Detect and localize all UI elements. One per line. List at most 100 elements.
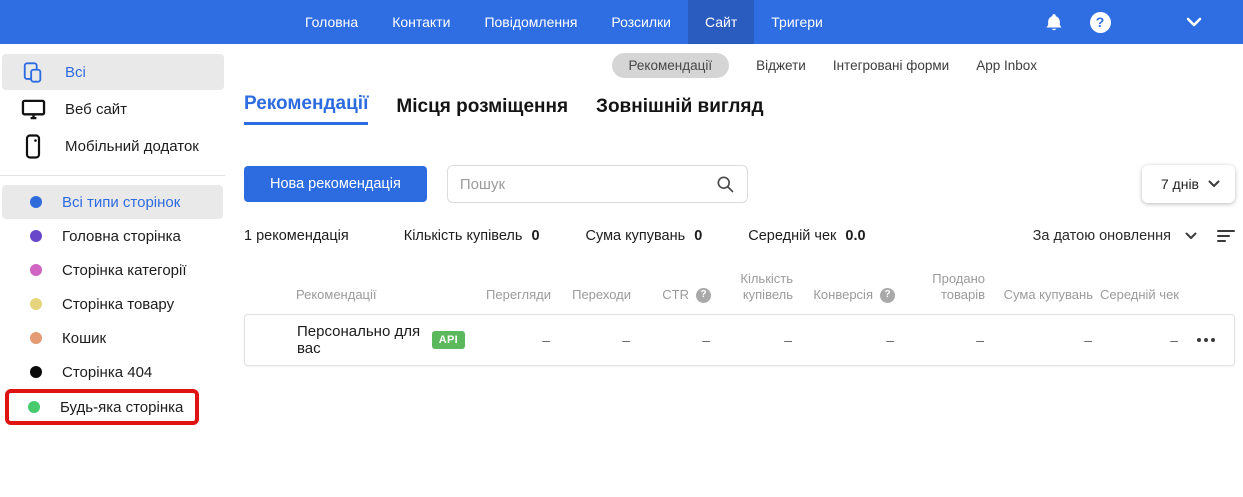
tab-placements[interactable]: Місця розміщення	[396, 96, 568, 125]
page-type-dot	[30, 332, 42, 344]
sidebar-item-any-page[interactable]: Будь-яка сторінка	[5, 389, 199, 425]
nav-item-rozsylky[interactable]: Розсилки	[594, 0, 688, 44]
column-header-purchases: Кількість купівель	[740, 271, 793, 303]
sidebar-item-label: Головна сторінка	[62, 227, 181, 245]
column-header-clicks: Переходи	[572, 287, 631, 303]
row-more-menu-icon[interactable]	[1178, 337, 1234, 342]
stat-value: 0	[531, 228, 540, 244]
subnav-item-embedded-forms[interactable]: Інтегровані форми	[833, 58, 949, 73]
sidebar-item-product-page[interactable]: Сторінка товару	[2, 287, 223, 321]
sidebar-item-label: Сторінка товару	[62, 295, 175, 313]
period-dropdown[interactable]: 7 днів	[1141, 165, 1235, 203]
devices-icon	[20, 61, 46, 84]
page-type-dot	[30, 298, 42, 310]
help-tooltip-icon[interactable]: ?	[880, 287, 895, 303]
page-type-dot	[30, 264, 42, 276]
app-window: Головна Контакти Повідомлення Розсилки С…	[0, 0, 1243, 497]
table-header: Рекомендації Перегляди Переходи CTR ? Кі…	[244, 244, 1235, 314]
sidebar-item-label: Веб сайт	[65, 100, 128, 118]
page-type-dot	[30, 196, 42, 208]
topbar-right-icons: ?	[1039, 0, 1243, 44]
stats-row: 1 рекомендація Кількість купівель 0 Сума …	[244, 228, 1235, 244]
cell-views: –	[542, 331, 550, 348]
new-recommendation-button[interactable]: Нова рекомендація	[244, 166, 427, 202]
nav-item-golovna[interactable]: Головна	[288, 0, 375, 44]
stat-count: 1 рекомендація	[244, 228, 358, 244]
subnav-item-recommendations[interactable]: Рекомендації	[611, 52, 730, 78]
tab-recommendations[interactable]: Рекомендації	[244, 93, 369, 125]
sidebar-item-web-site[interactable]: Веб сайт	[2, 91, 224, 127]
search-input[interactable]	[459, 175, 715, 193]
sidebar-item-all-sources[interactable]: Всі	[2, 54, 224, 90]
recommendation-name-cell[interactable]: Персонально для вас API	[245, 323, 465, 357]
stat-value: 0.0	[845, 228, 866, 244]
sidebar-item-label: Всі	[65, 63, 86, 81]
column-header-ctr: CTR ?	[631, 287, 711, 303]
chevron-down-icon[interactable]	[1185, 232, 1197, 240]
sidebar-item-404-page[interactable]: Сторінка 404	[2, 355, 223, 389]
sidebar-item-cart[interactable]: Кошик	[2, 321, 223, 355]
top-nav-menu: Головна Контакти Повідомлення Розсилки С…	[288, 0, 840, 44]
nav-item-povidomlennya[interactable]: Повідомлення	[467, 0, 594, 44]
sort-label: За датою оновлення	[1032, 228, 1171, 244]
nav-item-sait[interactable]: Сайт	[687, 0, 755, 44]
sidebar-item-home-page[interactable]: Головна сторінка	[2, 219, 223, 253]
stat-average-check: Середній чек 0.0	[748, 228, 865, 244]
column-header-purchase-sum: Сума купувань	[1003, 287, 1093, 303]
sidebar-item-all-page-types[interactable]: Всі типи сторінок	[2, 185, 223, 219]
stat-label: Середній чек	[748, 228, 837, 244]
page-type-dot	[28, 401, 40, 413]
sidebar-item-label: Сторінка категорії	[62, 261, 187, 279]
bell-icon[interactable]	[1039, 7, 1069, 37]
sidebar-item-category-page[interactable]: Сторінка категорії	[2, 253, 223, 287]
cell-items-sold: –	[976, 331, 984, 348]
cell-purchase-sum: –	[1084, 331, 1092, 348]
sidebar-item-mobile-app[interactable]: Мобільний додаток	[2, 128, 224, 164]
main-content: Рекомендації Віджети Інтегровані форми A…	[225, 44, 1243, 497]
sort-lines-icon[interactable]	[1217, 229, 1235, 243]
nav-item-kontakty[interactable]: Контакти	[375, 0, 467, 44]
cell-clicks: –	[622, 331, 630, 348]
cell-ctr: –	[702, 331, 710, 348]
sort-control[interactable]: За датою оновлення	[1033, 228, 1235, 244]
top-navbar: Головна Контакти Повідомлення Розсилки С…	[0, 0, 1243, 44]
stat-label: Сума купувань	[585, 228, 686, 244]
account-chevron-down-icon[interactable]	[1179, 7, 1209, 37]
table-row[interactable]: Персонально для вас API – – – – – – – –	[244, 313, 1235, 366]
chevron-down-icon	[1208, 180, 1220, 188]
period-label: 7 днів	[1160, 176, 1199, 192]
page-type-dot	[30, 366, 42, 378]
sidebar: Всі Веб сайт Мобільний додаток Всі типи …	[0, 44, 225, 497]
cell-average-check: –	[1170, 331, 1178, 348]
mobile-icon	[20, 133, 46, 159]
help-tooltip-icon[interactable]: ?	[696, 287, 711, 303]
column-header-average-check: Середній чек	[1099, 287, 1179, 303]
search-icon[interactable]	[715, 174, 735, 194]
sidebar-item-label: Будь-яка сторінка	[60, 398, 184, 416]
stat-label: 1 рекомендація	[244, 228, 349, 244]
desktop-icon	[20, 98, 46, 121]
column-header-recommendations: Рекомендації	[296, 287, 377, 303]
sidebar-item-label: Всі типи сторінок	[62, 193, 181, 211]
stat-purchases: Кількість купівель 0	[404, 228, 540, 244]
subnav-item-app-inbox[interactable]: App Inbox	[976, 58, 1037, 73]
cell-purchases: –	[784, 331, 792, 348]
search-box[interactable]	[446, 165, 748, 203]
stat-label: Кількість купівель	[403, 228, 523, 244]
help-icon[interactable]: ?	[1085, 7, 1115, 37]
recommendation-name: Персонально для вас	[297, 322, 421, 357]
site-subnav: Рекомендації Віджети Інтегровані форми A…	[244, 44, 1235, 86]
cell-conversion: –	[886, 331, 894, 348]
sidebar-item-label: Кошик	[62, 329, 107, 347]
stat-value: 0	[694, 228, 703, 244]
nav-item-tryhery[interactable]: Тригери	[754, 0, 840, 44]
sidebar-item-label: Сторінка 404	[62, 363, 153, 381]
tab-appearance[interactable]: Зовнішній вигляд	[596, 96, 764, 125]
page-tabs: Рекомендації Місця розміщення Зовнішній …	[244, 93, 1235, 125]
sidebar-divider	[0, 175, 225, 176]
api-badge: API	[431, 330, 465, 349]
toolbar: Нова рекомендація 7 днів	[244, 165, 1235, 203]
column-header-views: Перегляди	[486, 287, 551, 303]
subnav-item-widgets[interactable]: Віджети	[756, 58, 806, 73]
sidebar-item-label: Мобільний додаток	[65, 137, 199, 155]
